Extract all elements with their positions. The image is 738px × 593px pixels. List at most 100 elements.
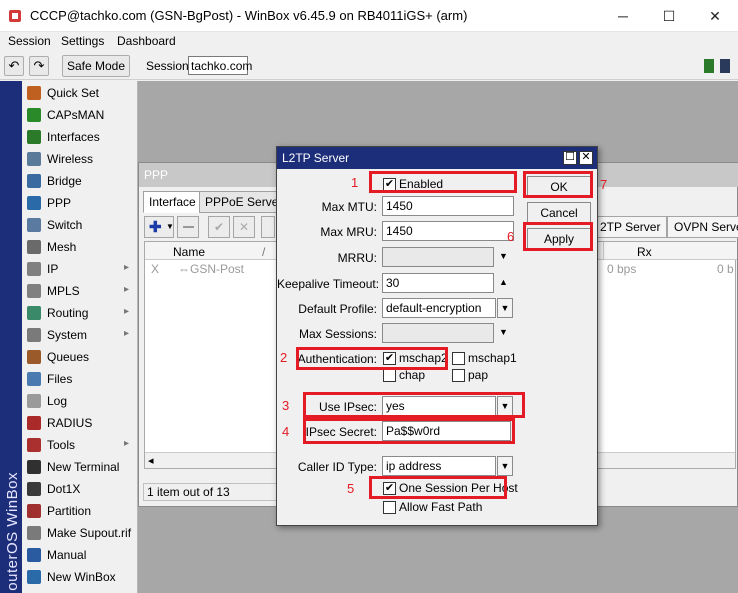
sidebar-item-make-supout-rif[interactable]: Make Supout.rif xyxy=(22,522,137,544)
sidebar-item-new-terminal[interactable]: New Terminal xyxy=(22,456,137,478)
pap-checkbox[interactable] xyxy=(452,369,465,382)
sidebar-item-label: Wireless xyxy=(47,152,94,166)
menu-dashboard[interactable]: Dashboard xyxy=(117,34,176,48)
safe-mode-button[interactable]: Safe Mode xyxy=(62,55,130,77)
mrru-field[interactable] xyxy=(382,247,494,267)
menu-settings[interactable]: Settings xyxy=(61,34,104,48)
session-field[interactable]: tachko.com xyxy=(188,56,252,75)
sidebar-item-log[interactable]: Log xyxy=(22,390,137,412)
sidebar-item-queues[interactable]: Queues xyxy=(22,346,137,368)
sidebar-item-system[interactable]: System ▸ xyxy=(22,324,137,346)
max-mtu-field[interactable]: 1450 xyxy=(382,196,514,216)
sidebar-item-ip[interactable]: IP ▸ xyxy=(22,258,137,280)
sidebar-item-bridge[interactable]: Bridge xyxy=(22,170,137,192)
keepalive-field[interactable]: 30 xyxy=(382,273,494,293)
sidebar-item-radius[interactable]: RADIUS xyxy=(22,412,137,434)
sidebar-item-label: IP xyxy=(47,262,59,276)
sidebar-item-ppp[interactable]: PPP xyxy=(22,192,137,214)
disable-button[interactable]: ✕ xyxy=(233,216,255,238)
mrru-label: MRRU: xyxy=(337,251,377,265)
sidebar-item-switch[interactable]: Switch xyxy=(22,214,137,236)
radius-icon xyxy=(27,416,41,430)
close-button[interactable]: ✕ xyxy=(692,0,738,32)
submenu-arrow-icon: ▸ xyxy=(123,438,129,449)
column-rx[interactable]: Rx xyxy=(637,245,652,259)
maximize-button[interactable]: ☐ xyxy=(646,0,692,32)
sidebar-item-label: System xyxy=(47,328,88,342)
row-tx-rate: 0 bps xyxy=(607,262,637,276)
max-sessions-dropdown-icon[interactable]: ▼ xyxy=(499,327,508,337)
sidebar-item-label: Bridge xyxy=(47,174,82,188)
caller-id-dropdown-icon[interactable]: ▼ xyxy=(497,456,513,476)
wireless-icon xyxy=(27,152,41,166)
sidebar-item-capsman[interactable]: CAPsMAN xyxy=(22,104,137,126)
sidebar-item-label: Queues xyxy=(47,350,90,364)
annotation-box-ok xyxy=(523,171,593,198)
session-label: Session: xyxy=(146,59,193,73)
sidebar-item-dot1x[interactable]: Dot1X xyxy=(22,478,137,500)
sidebar-item-files[interactable]: Files xyxy=(22,368,137,390)
default-profile-select[interactable]: default-encryption xyxy=(382,298,496,318)
undo-button[interactable]: ↶ xyxy=(4,56,24,76)
menu-bar: Session Settings Dashboard xyxy=(0,32,738,52)
sidebar-item-wireless[interactable]: Wireless xyxy=(22,148,137,170)
default-profile-label: Default Profile: xyxy=(298,302,377,316)
sidebar-item-label: Tools xyxy=(47,438,76,452)
row-rx-rate: 0 b xyxy=(717,262,734,276)
status-icon xyxy=(720,59,730,73)
sidebar-item-new-winbox[interactable]: New WinBox xyxy=(22,566,137,588)
sidebar-item-quick-set[interactable]: Quick Set xyxy=(22,82,137,104)
column-name[interactable]: Name xyxy=(173,245,205,259)
mrru-dropdown-icon[interactable]: ▼ xyxy=(499,251,508,261)
enable-button[interactable]: ✔ xyxy=(208,216,230,238)
sidebar-item-manual[interactable]: Manual xyxy=(22,544,137,566)
remove-button[interactable] xyxy=(177,216,199,238)
comment-button[interactable] xyxy=(261,216,275,238)
keepalive-collapse-icon[interactable]: ▲ xyxy=(499,277,508,287)
annotation-box-ipsec-secret xyxy=(303,418,515,444)
sidebar-item-label: Make Supout.rif xyxy=(47,526,132,540)
dialog-close-icon[interactable]: ✕ xyxy=(579,151,593,165)
restore-icon[interactable]: ☐ xyxy=(563,151,577,165)
cancel-button[interactable]: Cancel xyxy=(527,202,591,224)
allow-fast-path-checkbox[interactable] xyxy=(383,501,396,514)
bridge-icon xyxy=(27,174,41,188)
submenu-arrow-icon: ▸ xyxy=(123,284,129,295)
add-button[interactable]: ✚ ▼ xyxy=(144,216,174,238)
mschap1-checkbox[interactable] xyxy=(452,352,465,365)
sidebar-item-tools[interactable]: Tools ▸ xyxy=(22,434,137,456)
tab-ovpn-server[interactable]: OVPN Server xyxy=(667,216,738,238)
sidebar-item-label: Log xyxy=(47,394,68,408)
menu-session[interactable]: Session xyxy=(8,34,51,48)
row-name: ⇔GSN-Post xyxy=(178,262,245,276)
sidebar-item-routing[interactable]: Routing ▸ xyxy=(22,302,137,324)
mschap1-label: mschap1 xyxy=(468,351,517,365)
scroll-left-icon[interactable]: ◂ xyxy=(148,454,154,467)
chevron-down-icon: ▼ xyxy=(166,222,174,231)
max-sessions-field[interactable] xyxy=(382,323,494,343)
sort-indicator: / xyxy=(262,245,266,259)
sidebar-item-mpls[interactable]: MPLS ▸ xyxy=(22,280,137,302)
chap-checkbox[interactable] xyxy=(383,369,396,382)
max-mru-field[interactable]: 1450 xyxy=(382,221,514,241)
minimize-button[interactable]: ─ xyxy=(600,0,646,32)
caller-id-label: Caller ID Type: xyxy=(297,460,377,474)
ppp-icon xyxy=(27,196,41,210)
max-mtu-label: Max MTU: xyxy=(321,200,377,214)
winbox-app-icon xyxy=(9,10,21,22)
sidebar-item-interfaces[interactable]: Interfaces xyxy=(22,126,137,148)
tab-interface[interactable]: Interface xyxy=(143,191,202,213)
annotation-box-apply xyxy=(523,222,593,251)
keepalive-label: Keepalive Timeout: xyxy=(277,277,380,291)
sidebar-item-label: RADIUS xyxy=(47,416,93,430)
caller-id-select[interactable]: ip address xyxy=(382,456,496,476)
max-mru-label: Max MRU: xyxy=(320,225,377,239)
quick-set-icon xyxy=(27,86,41,100)
sidebar-item-label: New WinBox xyxy=(47,570,116,584)
tab-l2tp-server[interactable]: 2TP Server xyxy=(593,216,668,238)
default-profile-dropdown-icon[interactable]: ▼ xyxy=(497,298,513,318)
annotation-box-enabled xyxy=(369,171,517,193)
redo-button[interactable]: ↷ xyxy=(29,56,49,76)
sidebar-item-partition[interactable]: Partition xyxy=(22,500,137,522)
sidebar-item-mesh[interactable]: Mesh xyxy=(22,236,137,258)
